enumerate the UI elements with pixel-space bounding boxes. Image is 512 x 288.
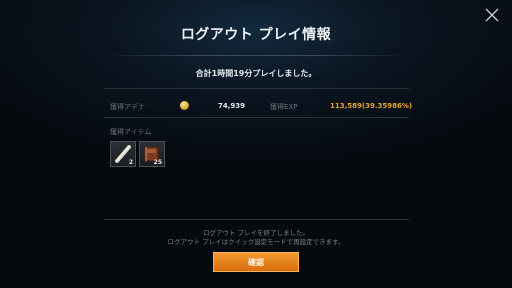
play-time-summary: 合計1時間19分プレイしました。 xyxy=(195,69,317,78)
item-count: 25 xyxy=(153,159,162,166)
item-count: 2 xyxy=(128,159,133,166)
dialog-title: ログアウト プレイ情報 xyxy=(180,27,332,43)
reward-items: 2 25 xyxy=(110,141,165,167)
close-button[interactable] xyxy=(484,7,500,23)
adena-value: 74,939 xyxy=(218,102,246,110)
item-slot[interactable]: 25 xyxy=(139,141,165,167)
adena-label: 獲得アデナ xyxy=(110,103,145,111)
confirm-button-label: 確認 xyxy=(248,257,264,267)
notice-line: ログアウト プレイはクイック設定モードで再設定できます。 xyxy=(167,238,345,246)
divider xyxy=(104,117,409,118)
title-divider xyxy=(104,55,409,56)
exp-value: 113,589(39.35986%) xyxy=(330,102,413,110)
confirm-button[interactable]: 確認 xyxy=(213,252,299,272)
items-label: 獲得アイテム xyxy=(110,128,152,136)
adena-coin-icon xyxy=(180,101,189,110)
exp-label: 獲得EXP xyxy=(270,103,298,111)
item-slot[interactable]: 2 xyxy=(110,141,136,167)
divider xyxy=(104,88,409,89)
close-icon xyxy=(485,8,499,22)
divider xyxy=(104,219,409,220)
